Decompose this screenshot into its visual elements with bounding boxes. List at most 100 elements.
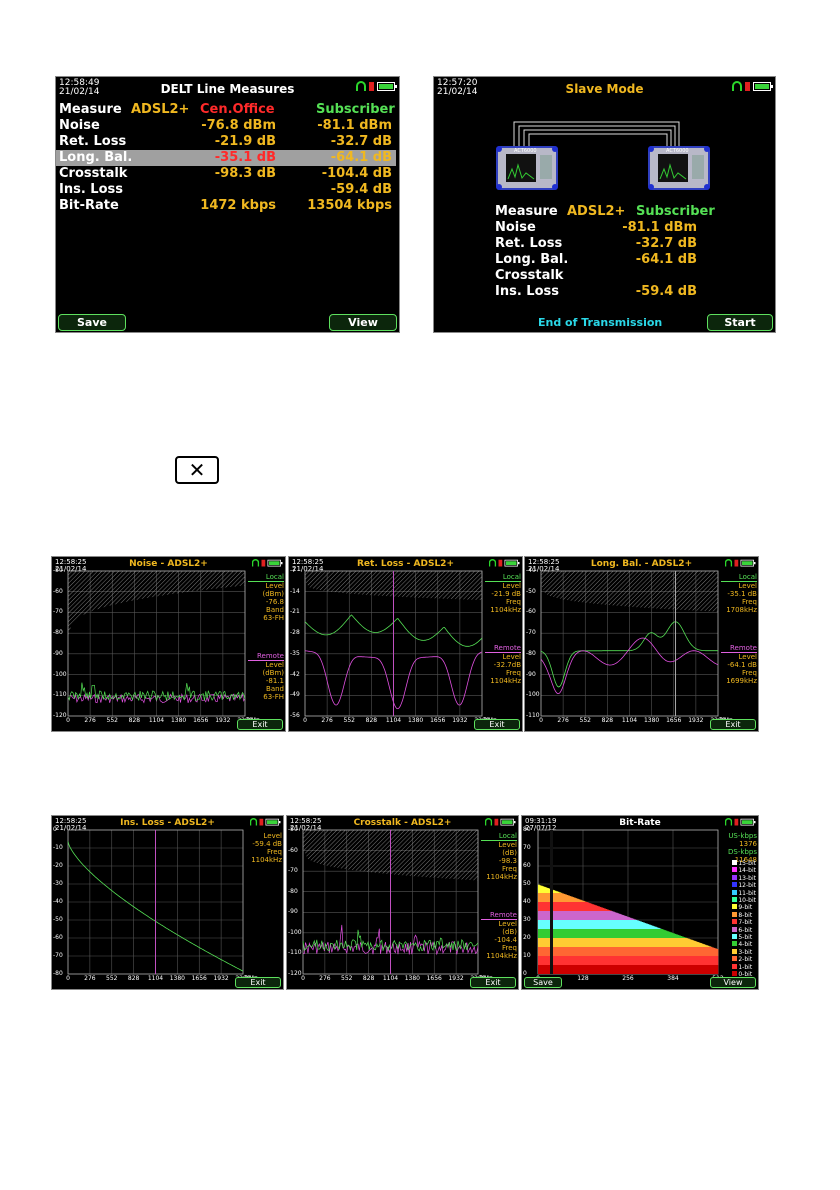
side-info-line: 1104kHz — [490, 677, 521, 685]
delt-row[interactable]: Ins. Loss -59.4 dB — [56, 182, 396, 198]
view-button[interactable]: View — [329, 314, 397, 331]
delt-title: DELT Line Measures — [160, 82, 295, 96]
delt-row[interactable]: Noise -76.8 dBm -81.1 dBm — [56, 118, 396, 134]
side-info-line: 1104kHz — [486, 952, 517, 960]
y-tick-label: -28 — [290, 629, 300, 637]
y-tick-label: -100 — [288, 928, 302, 936]
y-tick-label: -50 — [53, 567, 63, 574]
col-central-office: Cen.Office — [200, 102, 275, 117]
bit-legend-item: 7-bit — [732, 919, 756, 926]
bit-legend-item: 5-bit — [732, 934, 756, 941]
y-tick-label: -30 — [53, 880, 63, 887]
side-info-line: (dB) — [502, 849, 517, 857]
side-info-line: Band — [266, 685, 284, 693]
side-info-line: Remote — [248, 652, 284, 661]
bit-legend-item: 2-bit — [732, 956, 756, 963]
x-tick-label: 384 — [667, 975, 679, 982]
y-tick-label: -60 — [526, 608, 536, 616]
side-info-line: Level — [502, 582, 521, 590]
slave-row: Long. Bal. -64.1 dB — [434, 252, 775, 268]
x-tick-label: 1656 — [426, 975, 442, 982]
delt-row[interactable]: Ret. Loss -21.9 dB -32.7 dB — [56, 134, 396, 150]
slave-row: Ret. Loss -32.7 dB — [434, 236, 775, 252]
x-tick-label: 276 — [84, 717, 96, 724]
y-tick-label: -100 — [53, 670, 67, 678]
row-label: Long. Bal. — [495, 252, 569, 267]
exit-button[interactable]: Exit — [470, 977, 516, 988]
exit-button[interactable]: Exit — [237, 719, 283, 730]
row-label: Noise — [59, 118, 100, 133]
save-button[interactable]: Save — [524, 977, 562, 988]
y-tick-label: -90 — [288, 908, 298, 916]
side-info-line: -64.1 dB — [727, 661, 757, 669]
x-tick-label: 1656 — [193, 717, 209, 724]
exit-button[interactable]: Exit — [710, 719, 756, 730]
x-tick-label: 0 — [66, 975, 70, 982]
retloss-graph-screen: 12:58:25 21/02/14 Ret. Loss - ADSL2+ -7 -14-… — [288, 556, 523, 732]
y-tick-label: -70 — [526, 629, 536, 637]
side-info-line: -32.7dB — [493, 661, 521, 669]
y-tick-label: -60 — [53, 934, 63, 941]
start-button[interactable]: Start — [707, 314, 773, 331]
row-sub-value: -32.7 dB — [330, 134, 392, 149]
y-tick-label: 40 — [523, 898, 531, 905]
x-tick-label: 1104 — [148, 717, 165, 724]
save-button[interactable]: Save — [58, 314, 126, 331]
bit-legend-item: 11-bit — [732, 889, 756, 897]
graph-side-info: Level -59.4 dB Freq 1104kHz — [246, 832, 282, 864]
device-icon-right: ACT6000 — [648, 146, 710, 190]
side-info-line: DS-kbps — [728, 848, 757, 856]
row-label: Bit-Rate — [59, 198, 119, 213]
graph-side-info: Local Level -21.9 dB Freq 1104kHz Remote Level… — [485, 573, 521, 685]
exit-button[interactable]: Exit — [235, 977, 281, 988]
bit-legend-item: 13-bit — [732, 874, 756, 882]
x-tick-label: 552 — [106, 975, 118, 982]
exit-button[interactable]: Exit — [474, 719, 520, 730]
headphone-icon — [732, 81, 742, 91]
row-label: Noise — [495, 220, 536, 235]
y-tick-label: -70 — [53, 952, 63, 959]
y-tick-label: -21 — [290, 608, 300, 616]
speaker-icon — [369, 81, 374, 91]
delt-row[interactable]: Crosstalk -98.3 dB -104.4 dB — [56, 166, 396, 182]
row-label: Long. Bal. — [59, 150, 133, 165]
bit-legend-item: 4-bit — [732, 941, 756, 948]
x-tick-label: 828 — [362, 975, 375, 982]
row-sub-value: 13504 kbps — [307, 198, 392, 213]
x-tick-label: 1932 — [213, 975, 229, 982]
x-tick-label: 276 — [557, 717, 569, 724]
side-info-line: Freq — [742, 598, 757, 606]
side-info-line: 1104kHz — [486, 873, 517, 881]
x-tick-label: 828 — [127, 975, 140, 982]
bit-legend-item: 14-bit — [732, 867, 756, 874]
slave-row: Ins. Loss -59.4 dB — [434, 284, 775, 300]
side-info-line: Level — [738, 653, 757, 661]
row-sub-value: -32.7 dB — [635, 236, 697, 251]
row-sub-value: -104.4 dB — [321, 166, 392, 181]
col-measure: Measure — [495, 204, 558, 219]
side-info-line: Remote — [721, 644, 757, 653]
row-label: Ins. Loss — [59, 182, 123, 197]
view-button[interactable]: View — [710, 977, 756, 988]
delt-row[interactable]: Bit-Rate 1472 kbps 13504 kbps — [56, 198, 396, 214]
y-tick-label: 0 — [523, 970, 527, 977]
col-adsl: ADSL2+ — [131, 102, 190, 117]
side-info-line: Level — [498, 920, 517, 928]
side-info-line: Local — [721, 573, 757, 582]
x-tick-label: 128 — [577, 975, 589, 982]
side-info-line: Level — [265, 661, 284, 669]
slave-row: Crosstalk — [434, 268, 775, 284]
row-sub-value: -64.1 dB — [635, 252, 697, 267]
slave-row: Noise -81.1 dBm — [434, 220, 775, 236]
side-info-line: 1104kHz — [251, 856, 282, 864]
side-info-line: 63-FH — [263, 614, 284, 622]
delt-row[interactable]: Long. Bal. -35.1 dB -64.1 dB — [56, 150, 396, 166]
x-tick-label: 0 — [303, 717, 307, 724]
x-tick-label: 1656 — [666, 717, 682, 724]
side-info-line: Band — [266, 606, 284, 614]
side-info-line: (dBm) — [262, 590, 284, 598]
y-tick-label: -110 — [288, 949, 302, 957]
slave-title: Slave Mode — [565, 82, 644, 96]
row-co-value: -98.3 dB — [214, 166, 276, 181]
side-info-line: 1699kHz — [726, 677, 757, 685]
